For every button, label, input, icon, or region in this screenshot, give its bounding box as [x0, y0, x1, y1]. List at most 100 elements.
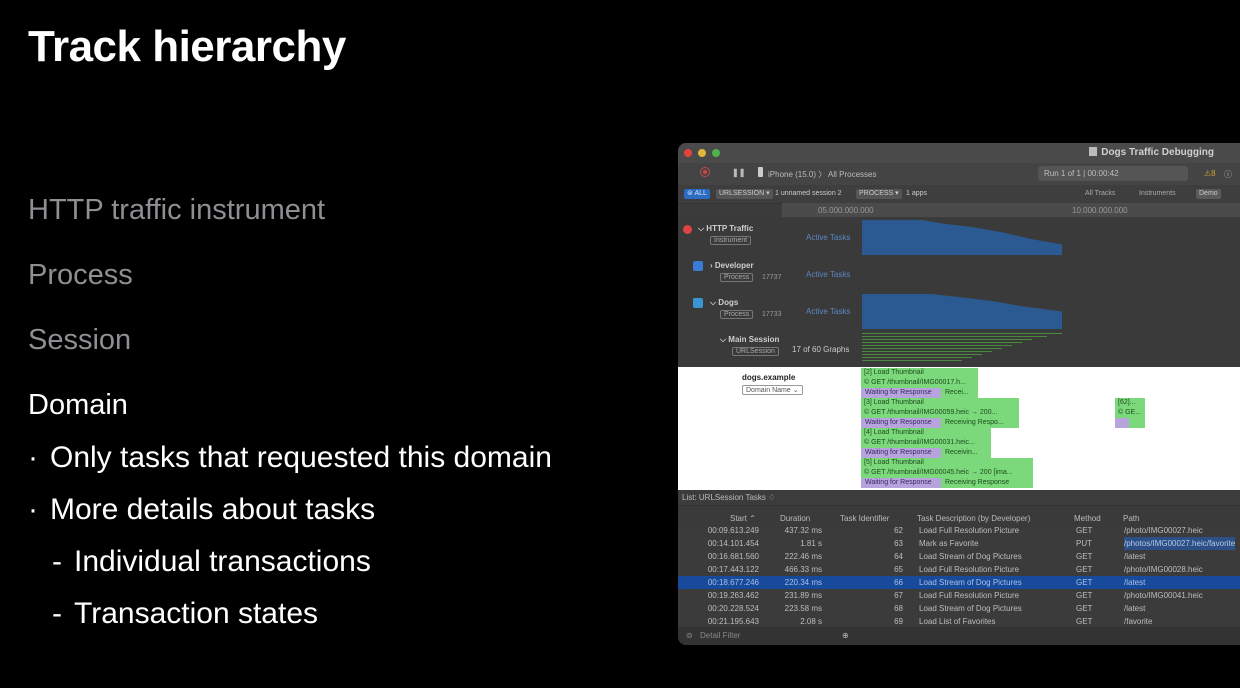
column-method[interactable]: Method	[1074, 514, 1101, 523]
run-info: Run 1 of 1 | 00:00:42	[1044, 169, 1119, 178]
column-task-identifier[interactable]: Task Identifier	[840, 514, 889, 523]
filter-all-label: ALL	[694, 190, 707, 197]
device-selector[interactable]: iPhone (15.0) 〉 All Processes	[768, 169, 877, 180]
breadcrumb-chevron-icon: 〉	[818, 170, 827, 179]
table-row[interactable]: 00:18.677.246 220.34 ms 66 Load Stream of D…	[678, 576, 1240, 589]
state-receiving: Receiving Response	[941, 478, 1010, 488]
instruments-tab[interactable]: Instruments	[1136, 189, 1179, 199]
developer-app-icon	[693, 261, 703, 271]
record-button[interactable]	[700, 167, 710, 177]
info-icon[interactable]: ⓘ	[1224, 169, 1232, 180]
device-name: iPhone (15.0)	[768, 170, 817, 179]
timeline-ruler[interactable]: 05.000.000.000 10.000.000.000	[782, 203, 1240, 217]
table-cell: GET	[1076, 526, 1093, 535]
http-traffic-icon	[683, 225, 692, 234]
track-main-session[interactable]: ⌵ Main Session	[720, 335, 779, 345]
filter-all-chip[interactable]: ⊜ ALL	[684, 189, 710, 199]
column-task-description[interactable]: Task Description (by Developer)	[917, 514, 1030, 523]
sort-chevron-up-icon: ⌃	[749, 514, 756, 523]
sub-bullet-more-details: · More details about tasks	[28, 493, 375, 527]
task-line	[862, 339, 1032, 340]
run-info-box: Run 1 of 1 | 00:00:42	[1038, 166, 1188, 181]
process-chip[interactable]: PROCESS ▾	[856, 189, 902, 199]
task-block[interactable]: [4] Load Thumbnail © GET /thumbnail/IMG0…	[861, 428, 991, 458]
table-cell: /latest	[1124, 578, 1146, 587]
zoom-window-button[interactable]	[712, 149, 720, 157]
table-cell: GET	[1076, 604, 1093, 613]
task-request: © GET /thumbnail/IMG00059.heic → 200...	[864, 409, 998, 416]
track-http-traffic[interactable]: ⌵ HTTP Traffic	[698, 224, 753, 234]
sub-bullet-only-tasks: · Only tasks that requested this domain	[28, 441, 552, 475]
state-receiving: Receiving Respo...	[941, 418, 1004, 428]
close-window-button[interactable]	[684, 149, 692, 157]
pause-button[interactable]: ❚❚	[732, 168, 745, 177]
domain-tag-label: Domain Name	[746, 387, 791, 394]
table-row[interactable]: 00:17.443.122 466.33 ms 65 Load Full Resolu…	[678, 563, 1240, 576]
urlsession-chip[interactable]: URLSESSION ▾	[716, 189, 773, 199]
bullet-http-traffic: HTTP traffic instrument	[28, 194, 326, 226]
table-cell: 466.33 ms	[784, 565, 822, 574]
all-tracks-tab[interactable]: All Tracks	[1082, 189, 1118, 199]
http-traffic-plot	[862, 220, 1062, 255]
ruler-mark: 10.000.000.000	[1072, 206, 1128, 215]
column-label: Start	[730, 514, 747, 523]
task-block[interactable]: [62]... © GE...	[1115, 398, 1145, 428]
column-start[interactable]: Start ⌃	[730, 514, 756, 523]
sub-bullet-text: Only tasks that requested this domain	[50, 441, 552, 474]
task-line	[862, 360, 962, 361]
track-name: HTTP Traffic	[706, 224, 754, 233]
toolbar: ❚❚ iPhone (15.0) 〉 All Processes Run 1 o…	[678, 163, 1240, 185]
table-cell: 223.58 ms	[784, 604, 822, 613]
column-duration[interactable]: Duration	[780, 514, 810, 523]
table-cell: 68	[894, 604, 903, 613]
warning-badge[interactable]: ⚠8	[1204, 169, 1216, 178]
table-cell: Load Full Resolution Picture	[919, 591, 1020, 600]
table-row[interactable]: 00:14.101.454 1.81 s 63 Mark as Favorite PUT…	[678, 537, 1240, 550]
track-name: Main Session	[728, 335, 780, 344]
track-pid: 17737	[762, 274, 782, 281]
table-cell: 437.32 ms	[784, 526, 822, 535]
track-area: ⌵ HTTP Traffic Instrument Active Tasks ›…	[678, 217, 1240, 367]
session-lines	[862, 331, 1062, 365]
table-cell: 63	[894, 539, 903, 548]
track-developer[interactable]: › Developer	[710, 261, 754, 270]
task-request: © GET /thumbnail/IMG00017.h...	[864, 379, 966, 386]
warning-count: 8	[1211, 169, 1216, 178]
slide-title: Track hierarchy	[28, 22, 346, 71]
window-titlebar: Dogs Traffic Debugging	[678, 143, 1240, 163]
task-line	[862, 336, 1047, 337]
add-filter-icon[interactable]: ⊕	[842, 627, 849, 645]
task-block[interactable]: [2] Load Thumbnail © GET /thumbnail/IMG0…	[861, 368, 978, 398]
table-row[interactable]: 00:19.263.462 231.89 ms 67 Load Full Resolu…	[678, 589, 1240, 602]
table-cell: /photos/IMG00027.heic/favorite	[1124, 537, 1236, 550]
domain-name: dogs.example	[742, 373, 796, 382]
table-row[interactable]: 00:16.681.560 222.46 ms 64 Load Stream of D…	[678, 550, 1240, 563]
column-path[interactable]: Path	[1123, 514, 1139, 523]
domain-track[interactable]: dogs.example Domain Name ⌄ [2] Load Thum…	[678, 367, 1240, 490]
window-title: Dogs Traffic Debugging	[1089, 147, 1214, 158]
task-request: © GET /thumbnail/IMG00031.heic...	[864, 439, 975, 446]
table-cell: 00:17.443.122	[707, 565, 759, 574]
table-row[interactable]: 00:09.613.249 437.32 ms 62 Load Full Resolu…	[678, 524, 1240, 537]
task-block[interactable]: [3] Load Thumbnail © GET /thumbnail/IMG0…	[861, 398, 1019, 428]
iphone-icon	[758, 167, 763, 177]
task-line	[862, 333, 1062, 334]
instruments-window: Dogs Traffic Debugging ❚❚ iPhone (15.0) …	[678, 143, 1240, 645]
list-selector[interactable]: List: URLSession Tasks ♢	[678, 490, 1240, 506]
table-row[interactable]: 00:20.228.524 223.58 ms 68 Load Stream of D…	[678, 602, 1240, 615]
detail-filter-input[interactable]: Detail Filter	[700, 627, 740, 645]
demo-tab[interactable]: Demo	[1196, 189, 1221, 199]
task-block[interactable]: [5] Load Thumbnail © GET /thumbnail/IMG0…	[861, 458, 1033, 488]
table-cell: 222.46 ms	[784, 552, 822, 561]
task-states: Waiting for Response Receiving Respo...	[861, 418, 1019, 428]
task-states: Waiting for Response Receiving Response	[861, 478, 1033, 488]
bullet-dot: ·	[28, 493, 38, 526]
urlsession-chip-label: URLSESSION	[719, 190, 765, 197]
bullet-dash: -	[52, 545, 62, 578]
track-dogs[interactable]: ⌵ Dogs	[710, 298, 738, 308]
table-cell: 66	[894, 578, 903, 587]
minimize-window-button[interactable]	[698, 149, 706, 157]
table-cell: Load Stream of Dog Pictures	[919, 604, 1022, 613]
dogs-app-icon	[693, 298, 703, 308]
filter-icon: ⊜	[686, 631, 693, 640]
